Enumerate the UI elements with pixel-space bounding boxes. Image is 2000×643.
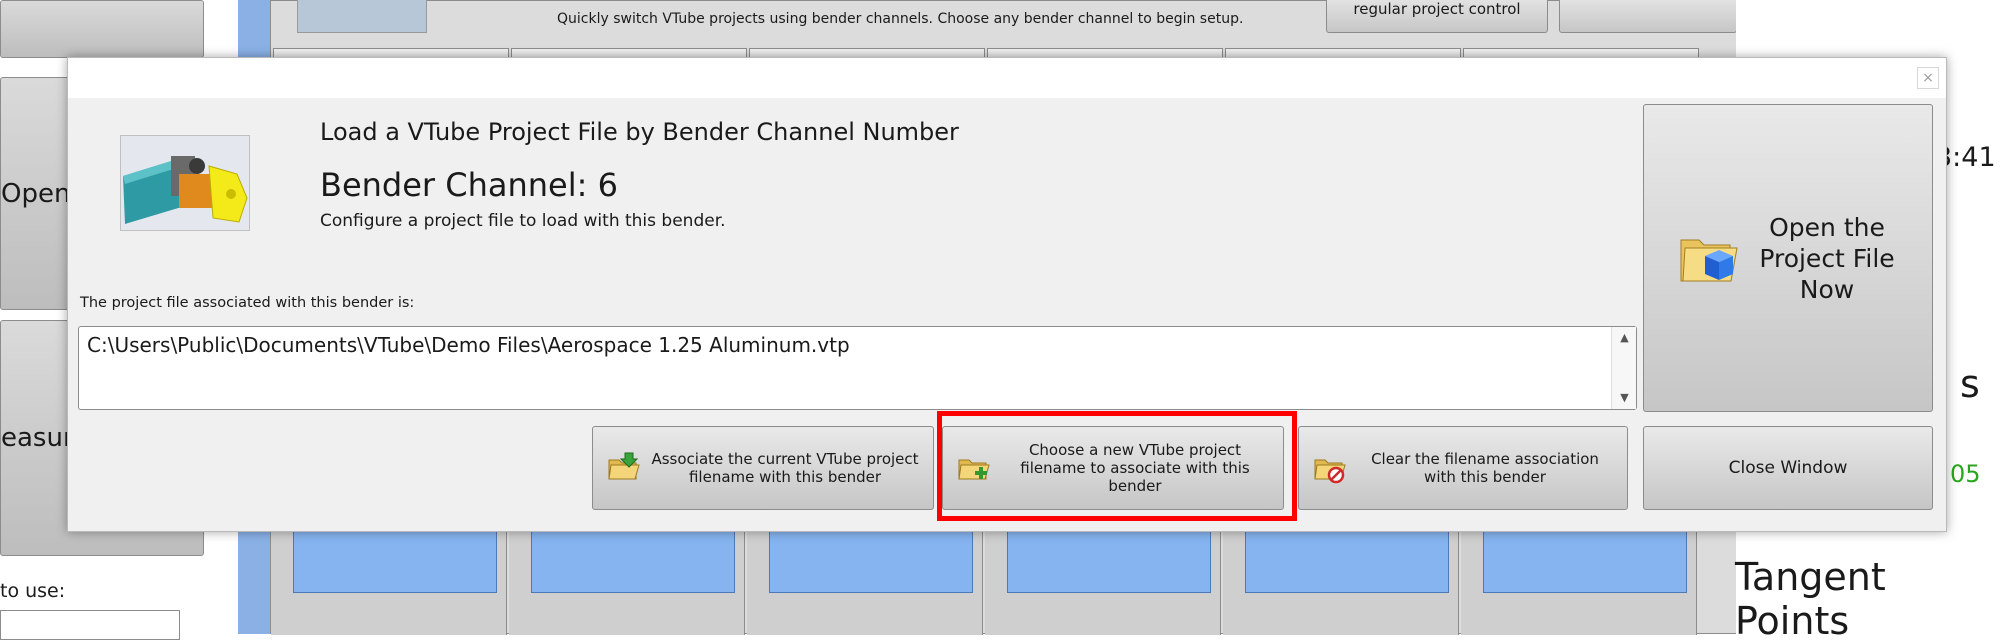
background-header-text: Quickly switch VTube projects using bend… — [557, 11, 1244, 27]
background-channel-thumbnail — [1245, 531, 1449, 593]
folder-clear-icon — [1314, 459, 1346, 484]
background-to-use-label: to use: — [0, 580, 66, 602]
background-select[interactable] — [0, 610, 180, 640]
highlight-box — [937, 411, 1297, 521]
project-path-text[interactable]: C:\Users\Public\Documents\VTube\Demo Fil… — [87, 333, 850, 357]
background-bender-thumbnail — [297, 0, 427, 33]
background-regular-project-button[interactable]: regular project control — [1326, 0, 1548, 33]
background-channel-cell[interactable] — [271, 521, 507, 635]
clear-association-label: Clear the filename association with this… — [1371, 450, 1599, 486]
load-project-dialog: × Load a VTube Project File by Bender Ch… — [67, 57, 1947, 532]
folder-open-project-icon — [1680, 239, 1738, 282]
clear-association-button[interactable]: Clear the filename association with this… — [1298, 426, 1628, 510]
close-icon[interactable]: × — [1917, 67, 1939, 89]
open-project-now-label: Open the Project File Now — [1759, 212, 1895, 304]
dialog-titlebar[interactable]: × — [68, 58, 1946, 98]
open-project-now-button[interactable]: Open the Project File Now — [1643, 104, 1933, 412]
bender-channel-label: Bender Channel: 6 — [320, 166, 618, 204]
path-scrollbar[interactable]: ▲ ▼ — [1611, 327, 1636, 409]
background-tangent-points-text: Tangent Points — [1735, 555, 1886, 643]
background-s-text: s — [1960, 362, 1980, 406]
background-channel-cell[interactable] — [509, 521, 745, 635]
background-channel-thumbnail — [769, 531, 973, 593]
dialog-heading: Load a VTube Project File by Bender Chan… — [320, 118, 959, 146]
background-channel-cell[interactable] — [1461, 521, 1697, 635]
close-window-button[interactable]: Close Window — [1643, 426, 1933, 510]
background-green-value: 05 — [1950, 460, 1981, 488]
close-window-label: Close Window — [1728, 458, 1848, 478]
background-channel-thumbnail — [293, 531, 497, 593]
associate-current-project-button[interactable]: Associate the current VTube project file… — [592, 426, 934, 510]
background-channel-cell[interactable] — [747, 521, 983, 635]
background-channel-thumbnail — [1483, 531, 1687, 593]
folder-add-icon — [608, 452, 640, 480]
scroll-down-icon[interactable]: ▼ — [1612, 391, 1637, 404]
bender-image — [120, 135, 250, 231]
background-channel-thumbnail — [1007, 531, 1211, 593]
background-side-button-top[interactable] — [0, 0, 204, 58]
dialog-subtitle: Configure a project file to load with th… — [320, 211, 726, 231]
associated-file-label: The project file associated with this be… — [80, 295, 415, 311]
associate-current-project-label: Associate the current VTube project file… — [651, 450, 919, 486]
background-other-button[interactable] — [1559, 0, 1737, 33]
background-channel-cell[interactable] — [1223, 521, 1459, 635]
scroll-up-icon[interactable]: ▲ — [1612, 331, 1637, 344]
background-channel-thumbnail — [531, 531, 735, 593]
project-path-textbox[interactable]: C:\Users\Public\Documents\VTube\Demo Fil… — [78, 326, 1637, 410]
background-channel-cell[interactable] — [985, 521, 1221, 635]
